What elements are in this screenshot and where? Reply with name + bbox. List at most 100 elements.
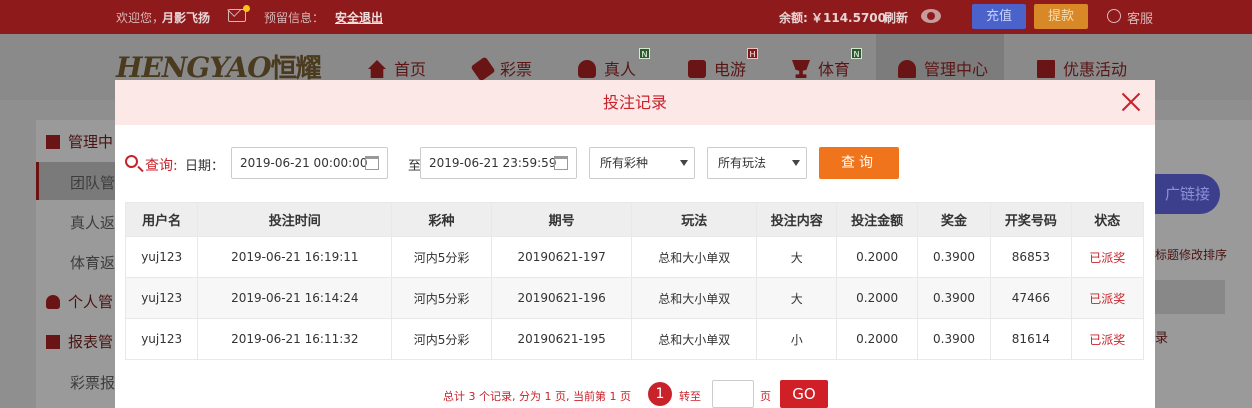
- cell-play: 总和大小单双: [631, 277, 758, 319]
- customer-service-icon[interactable]: [1107, 9, 1121, 23]
- mail-icon[interactable]: [228, 5, 250, 22]
- sidebar-item-management[interactable]: 管理中: [46, 131, 113, 152]
- page-unit-label: 页: [760, 390, 771, 403]
- search-icon: [125, 155, 138, 168]
- column-header: 用户名: [124, 202, 199, 237]
- cell-amount: 0.2000: [836, 236, 918, 278]
- top-bar: 欢迎您， 月影飞扬 预留信息： 安全退出 余额: ￥114.5700 刷新 充值…: [0, 0, 1252, 34]
- trophy-icon: [792, 60, 810, 78]
- nav-sports-label: 体育: [818, 60, 851, 79]
- column-header: 奖金: [916, 202, 992, 237]
- home-icon: [368, 60, 386, 78]
- nav-management[interactable]: 管理中心: [898, 56, 988, 80]
- cell-content: 大: [756, 277, 838, 319]
- refresh-link[interactable]: 刷新: [884, 9, 908, 26]
- column-header: 投注金额: [836, 202, 918, 237]
- search-form: 查询: 日期： 2019-06-21 00:00:00 至 2019-06-21…: [125, 147, 1145, 179]
- sidebar-item-sports-rebate[interactable]: 体育返: [70, 252, 115, 273]
- cell-issue: 20190621-196: [490, 277, 633, 319]
- query-button[interactable]: 查询: [819, 147, 899, 179]
- sidebar-label: 管理中: [68, 133, 114, 151]
- current-page[interactable]: 1: [648, 382, 672, 406]
- cell-lottery: 河内5分彩: [391, 236, 492, 278]
- cell-draw-number: 47466: [990, 277, 1072, 319]
- start-date-value: 2019-06-21 00:00:00: [240, 156, 368, 170]
- nav-sports[interactable]: 体育 N: [792, 48, 862, 80]
- dropdown-arrow-icon: [680, 160, 688, 166]
- cell-username: yuj123: [124, 318, 199, 360]
- nav-lottery[interactable]: 彩票: [470, 56, 533, 82]
- lottery-type-select[interactable]: 所有彩种: [589, 147, 695, 179]
- cell-status: 已派奖: [1070, 236, 1145, 278]
- sidebar-label: 个人管: [68, 293, 114, 311]
- welcome-text: 欢迎您，: [116, 11, 165, 25]
- date-label: 日期：: [185, 159, 225, 174]
- table-row[interactable]: yuj123 2019-06-21 16:11:32 河内5分彩 2019062…: [124, 318, 1145, 360]
- cell-issue: 20190621-195: [490, 318, 633, 360]
- close-icon[interactable]: [1121, 92, 1141, 112]
- sidebar-item-personal[interactable]: 个人管: [46, 291, 113, 312]
- cell-prize: 0.3900: [916, 318, 992, 360]
- nav-management-label: 管理中心: [924, 60, 989, 79]
- go-button[interactable]: GO: [780, 380, 828, 408]
- balance-label: 余额:: [779, 11, 808, 25]
- users-icon: [46, 135, 60, 149]
- cell-content: 大: [756, 236, 838, 278]
- cell-play: 总和大小单双: [631, 236, 758, 278]
- cell-amount: 0.2000: [836, 318, 918, 360]
- table-header-row: 用户名 投注时间 彩种 期号 玩法 投注内容 投注金额 奖金 开奖号码 状态: [124, 202, 1145, 237]
- column-header: 投注内容: [756, 202, 838, 237]
- table-row[interactable]: yuj123 2019-06-21 16:14:24 河内5分彩 2019062…: [124, 277, 1145, 319]
- pagination: 总计 3 个记录, 分为 1 页, 当前第 1 页 1 转至 页 GO: [443, 380, 843, 408]
- dealer-icon: [578, 60, 596, 78]
- cell-play: 总和大小单双: [631, 318, 758, 360]
- sidebar-item-team[interactable]: 团队管: [70, 172, 115, 193]
- nav-lottery-label: 彩票: [500, 60, 533, 79]
- new-badge: N: [851, 48, 862, 59]
- cell-content: 小: [756, 318, 838, 360]
- calendar-icon[interactable]: [554, 156, 568, 170]
- end-date-input[interactable]: 2019-06-21 23:59:59: [420, 147, 577, 179]
- nav-live-label: 真人: [604, 60, 637, 79]
- column-header: 投注时间: [197, 202, 393, 237]
- cell-username: yuj123: [124, 236, 199, 278]
- username: 月影飞扬: [162, 11, 211, 25]
- modal-header: 投注记录: [115, 80, 1155, 125]
- sidebar-item-reports[interactable]: 报表管: [46, 331, 113, 352]
- nav-live[interactable]: 真人 N: [578, 48, 650, 80]
- sidebar-item-lottery-report[interactable]: 彩票报: [70, 372, 115, 393]
- column-header: 状态: [1070, 202, 1145, 237]
- play-type-select[interactable]: 所有玩法: [707, 147, 807, 179]
- reserve-info-label: 预留信息：: [264, 11, 325, 25]
- cell-username: yuj123: [124, 277, 199, 319]
- sidebar-item-live-rebate[interactable]: 真人返: [70, 212, 115, 233]
- cell-draw-number: 86853: [990, 236, 1072, 278]
- cell-bet-time: 2019-06-21 16:14:24: [197, 277, 393, 319]
- calendar-icon[interactable]: [365, 156, 379, 170]
- gift-icon: [1037, 60, 1055, 78]
- withdraw-button[interactable]: 提款: [1034, 4, 1088, 29]
- column-header: 开奖号码: [990, 202, 1072, 237]
- start-date-input[interactable]: 2019-06-21 00:00:00: [231, 147, 388, 179]
- slot-machine-icon: [688, 60, 706, 78]
- bet-records-table: 用户名 投注时间 彩种 期号 玩法 投注内容 投注金额 奖金 开奖号码 状态 y…: [124, 202, 1145, 360]
- column-header: 期号: [490, 202, 633, 237]
- nav-promotions[interactable]: 优惠活动: [1037, 56, 1127, 80]
- pagination-summary: 总计 3 个记录, 分为 1 页, 当前第 1 页: [443, 390, 631, 403]
- nav-home[interactable]: 首页: [368, 56, 426, 80]
- right-link[interactable]: 录: [1155, 327, 1168, 346]
- eye-icon[interactable]: [921, 9, 941, 23]
- recharge-button[interactable]: 充值: [972, 4, 1026, 29]
- users-icon: [898, 60, 916, 78]
- logout-link[interactable]: 安全退出: [335, 9, 383, 26]
- cell-bet-time: 2019-06-21 16:11:32: [197, 318, 393, 360]
- nav-slots[interactable]: 电游 H: [688, 48, 758, 80]
- table-row[interactable]: yuj123 2019-06-21 16:19:11 河内5分彩 2019062…: [124, 236, 1145, 278]
- bet-records-modal: 投注记录 查询: 日期： 2019-06-21 00:00:00 至 2019-…: [115, 80, 1155, 408]
- new-badge: N: [639, 48, 650, 59]
- end-date-value: 2019-06-21 23:59:59: [429, 156, 557, 170]
- customer-service-link[interactable]: 客服: [1127, 8, 1153, 27]
- page-number-input[interactable]: [712, 380, 754, 408]
- right-hint: 标题修改排序: [1155, 248, 1228, 262]
- lottery-type-value: 所有彩种: [600, 156, 649, 170]
